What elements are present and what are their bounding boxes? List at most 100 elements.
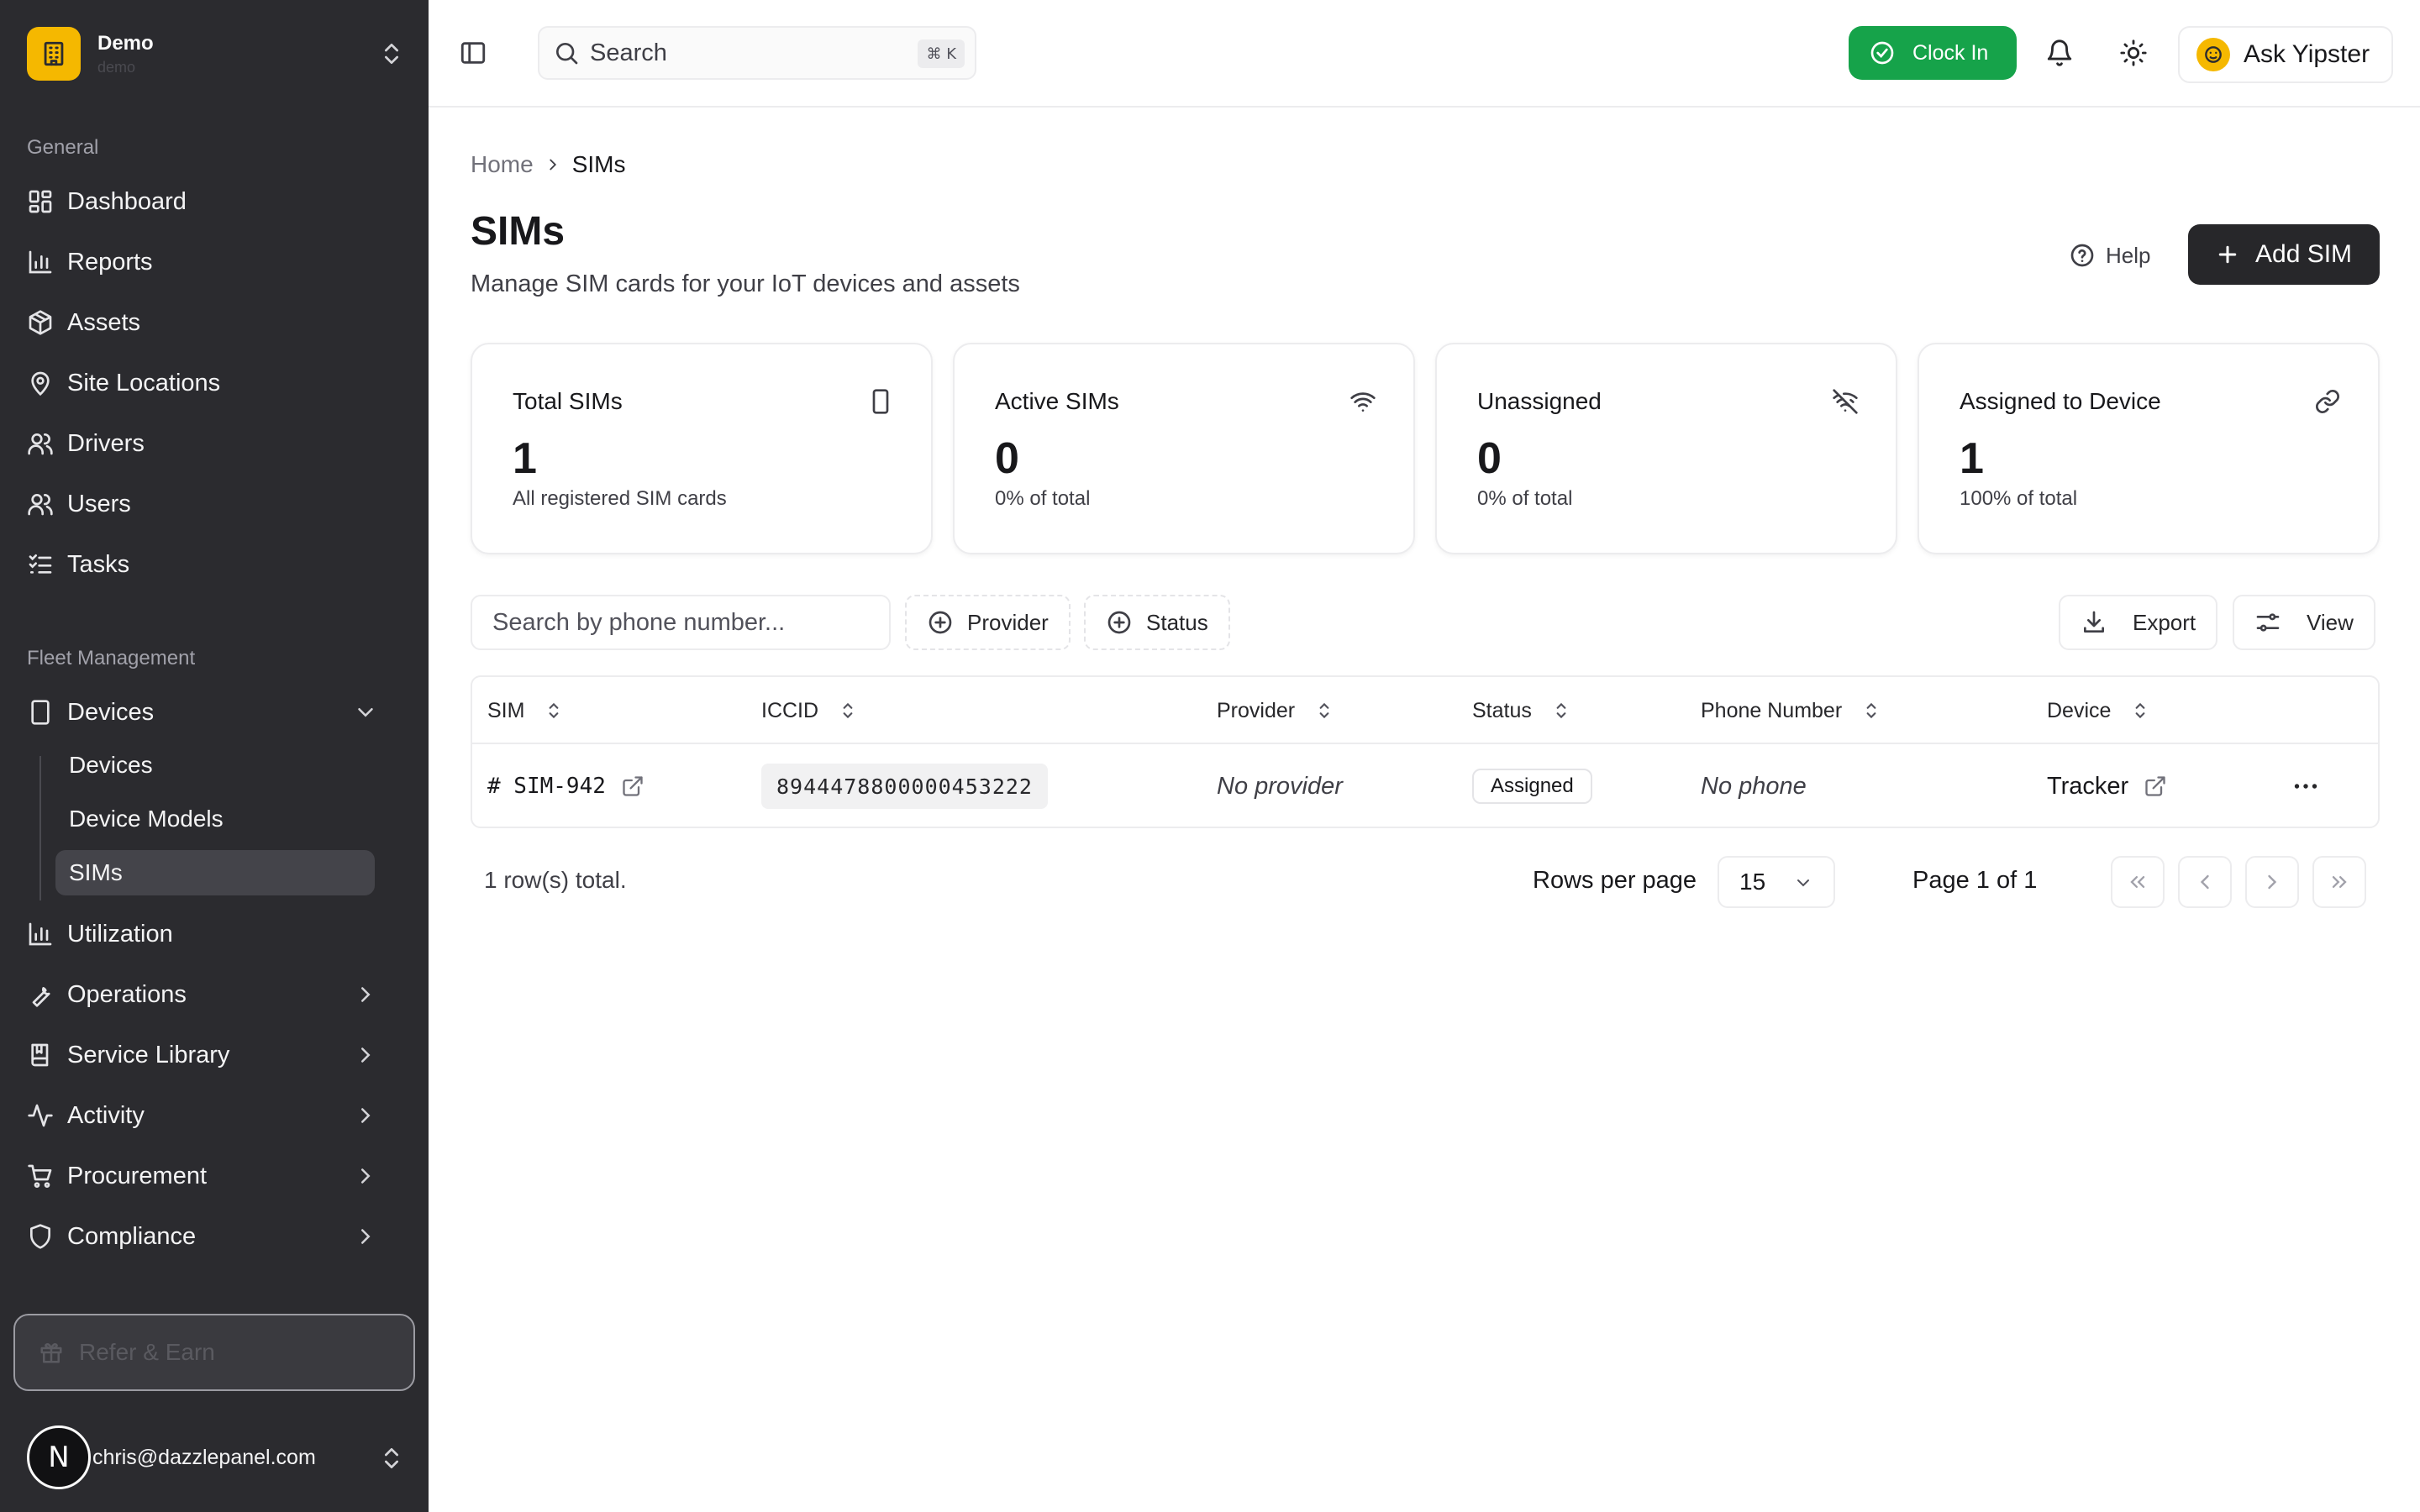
sort-icon <box>1550 700 1572 722</box>
users-icon <box>27 491 54 517</box>
chevron-down-icon <box>353 700 378 725</box>
search-shortcut: ⌘ K <box>918 39 965 68</box>
stat-title: Unassigned <box>1477 388 1602 414</box>
sidebar-item-tasks[interactable]: Tasks <box>27 541 405 588</box>
sort-icon <box>1313 700 1335 722</box>
sidebar-item-reports[interactable]: Reports <box>27 239 405 286</box>
status-filter-button[interactable]: Status <box>1084 595 1230 650</box>
stat-desc: All registered SIM cards <box>513 487 727 510</box>
sidebar-item-label: Assets <box>67 308 141 336</box>
help-circle-icon <box>2069 242 2096 269</box>
column-label: SIM <box>487 698 525 722</box>
more-horizontal-icon[interactable] <box>2291 771 2321 801</box>
user-menu[interactable]: N chris@dazzlepanel.com <box>27 1420 405 1495</box>
sidebar-item-site-locations[interactable]: Site Locations <box>27 360 405 407</box>
sidebar-item-service-library[interactable]: Service Library <box>27 1032 405 1079</box>
cell-provider: No provider <box>1217 772 1343 800</box>
user-email: chris@dazzlepanel.com <box>92 1445 316 1469</box>
rows-total: 1 row(s) total. <box>484 867 627 893</box>
chevron-right-icon <box>544 155 562 174</box>
sidebar-item-users[interactable]: Users <box>27 480 405 528</box>
previous-page-button[interactable] <box>2178 856 2232 908</box>
chevrons-left-icon <box>2126 870 2149 894</box>
sidebar-item-procurement[interactable]: Procurement <box>27 1152 405 1200</box>
topbar: Search ⌘ K Clock In Ask Yipster <box>429 0 2420 108</box>
sidebar-item-drivers[interactable]: Drivers <box>27 420 405 467</box>
sidebar-item-activity[interactable]: Activity <box>27 1092 405 1139</box>
sidebar-item-compliance[interactable]: Compliance <box>27 1213 405 1260</box>
stat-desc: 0% of total <box>1477 487 1573 510</box>
sidebar-subitem-device-models[interactable]: Device Models <box>55 796 375 842</box>
sidebar-item-label: Reports <box>67 248 153 276</box>
package-icon <box>27 309 54 336</box>
sidebar-item-label: Operations <box>67 980 187 1008</box>
column-header-device[interactable]: Device <box>2047 677 2151 744</box>
breadcrumb-home[interactable]: Home <box>471 151 534 178</box>
list-checks-icon <box>27 551 54 578</box>
download-icon <box>2081 609 2107 636</box>
stat-title: Active SIMs <box>995 388 1119 414</box>
rows-per-page-label: Rows per page <box>1533 867 1697 894</box>
export-button[interactable]: Export <box>2059 595 2218 650</box>
chevrons-up-down-icon[interactable] <box>378 1445 405 1472</box>
status-filter-label: Status <box>1146 609 1208 635</box>
chevrons-right-icon <box>2328 870 2351 894</box>
view-options-button[interactable]: View <box>2233 595 2375 650</box>
org-switcher[interactable]: Demo demo <box>27 27 405 81</box>
section-label-fleet: Fleet Management <box>27 647 196 669</box>
cell-actions <box>2291 746 2321 827</box>
sidebar-item-operations[interactable]: Operations <box>27 971 405 1018</box>
rows-per-page-select[interactable]: 15 <box>1718 856 1835 908</box>
next-page-button[interactable] <box>2245 856 2299 908</box>
column-header-iccid[interactable]: ICCID <box>761 677 859 744</box>
plus-circle-icon <box>927 609 954 636</box>
cell-iccid: 8944478800000453222 <box>761 746 1048 827</box>
smartphone-icon <box>867 388 894 415</box>
external-link-icon[interactable] <box>621 774 644 798</box>
sidebar-item-assets[interactable]: Assets <box>27 299 405 346</box>
help-button[interactable]: Help <box>2069 237 2150 274</box>
column-header-phone-number[interactable]: Phone Number <box>1701 677 1882 744</box>
sidebar-item-dashboard[interactable]: Dashboard <box>27 178 405 225</box>
global-search[interactable]: Search ⌘ K <box>538 26 976 80</box>
sidebar-item-label: Tasks <box>67 550 130 578</box>
rows-per-page-value: 15 <box>1739 869 1766 895</box>
sidebar-toggle-icon[interactable] <box>459 39 487 67</box>
iccid-value: 8944478800000453222 <box>761 764 1048 809</box>
phone-search-input[interactable]: Search by phone number... <box>471 595 891 650</box>
sidebar-subitem-devices[interactable]: Devices <box>55 743 375 788</box>
sun-icon[interactable] <box>2119 39 2148 67</box>
sim-id-link[interactable]: # SIM-942 <box>487 774 606 799</box>
stat-title: Total SIMs <box>513 388 623 414</box>
provider-filter-button[interactable]: Provider <box>905 595 1071 650</box>
stat-value: 0 <box>1477 434 1502 483</box>
chevron-right-icon <box>353 1103 378 1128</box>
clock-in-label: Clock In <box>1912 40 1989 65</box>
sidebar-subitem-sims[interactable]: SIMs <box>55 850 375 895</box>
column-header-status[interactable]: Status <box>1472 677 1572 744</box>
table-header: SIM ICCID Provider Status Phone Number D… <box>472 677 2378 744</box>
sidebar-item-devices[interactable]: Devices <box>27 689 405 736</box>
external-link-icon[interactable] <box>2144 774 2167 798</box>
sidebar-item-label: Drivers <box>67 429 145 457</box>
users-icon <box>27 430 54 457</box>
ask-yipster-button[interactable]: Ask Yipster <box>2178 26 2393 83</box>
status-badge: Assigned <box>1472 769 1592 804</box>
device-link[interactable]: Tracker <box>2047 773 2128 801</box>
first-page-button[interactable] <box>2111 856 2165 908</box>
activity-icon <box>27 1102 54 1129</box>
org-logo <box>27 27 81 81</box>
column-header-provider[interactable]: Provider <box>1217 677 1335 744</box>
clock-in-button[interactable]: Clock In <box>1849 26 2017 80</box>
add-sim-button[interactable]: Add SIM <box>2188 224 2380 285</box>
last-page-button[interactable] <box>2312 856 2366 908</box>
column-header-sim[interactable]: SIM <box>487 677 565 744</box>
refer-earn-button[interactable]: Refer & Earn <box>13 1314 415 1391</box>
column-label: Status <box>1472 698 1532 722</box>
sidebar-item-label: Utilization <box>67 920 173 948</box>
chevrons-up-down-icon[interactable] <box>378 40 405 67</box>
sidebar-item-utilization[interactable]: Utilization <box>27 911 405 958</box>
stat-card-assigned-to-device: Assigned to Device 1 100% of total <box>1918 343 2380 554</box>
bell-icon[interactable] <box>2045 39 2074 67</box>
stat-desc: 100% of total <box>1960 487 2078 510</box>
